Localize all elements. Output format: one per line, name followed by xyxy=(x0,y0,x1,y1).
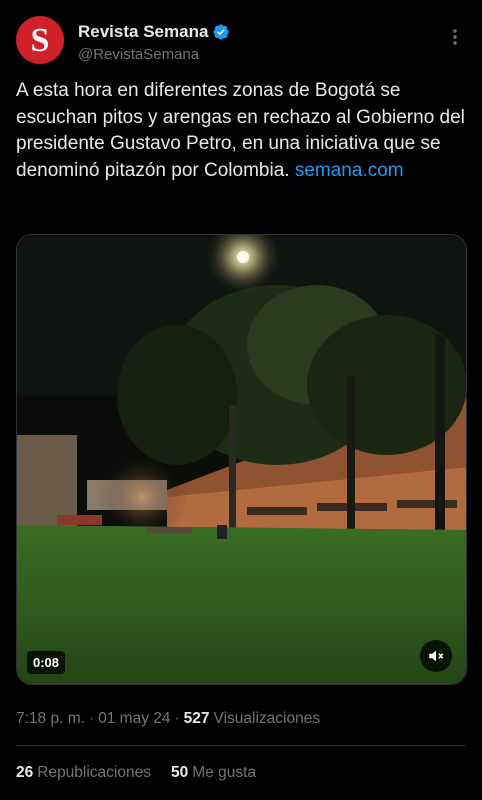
meta-separator: · xyxy=(174,710,180,727)
tweet-header: S Revista Semana @RevistaSemana xyxy=(16,16,466,64)
tweet-date[interactable]: 01 may 24 xyxy=(98,710,170,728)
avatar-letter: S xyxy=(30,22,50,59)
tweet-text: A esta hora en diferentes zonas de Bogot… xyxy=(16,78,466,184)
author-info: Revista Semana @RevistaSemana xyxy=(78,22,230,63)
meta-separator: · xyxy=(88,710,95,727)
divider xyxy=(16,745,466,746)
likes-label: Me gusta xyxy=(192,764,257,781)
more-options-icon[interactable] xyxy=(444,26,466,48)
display-name[interactable]: Revista Semana xyxy=(78,22,208,42)
likes-count: 50 xyxy=(171,764,189,781)
video-duration: 0:08 xyxy=(27,651,66,674)
reposts-stat[interactable]: 26 Republicaciones xyxy=(16,764,151,782)
likes-stat[interactable]: 50 Me gusta xyxy=(171,764,256,782)
tweet-link[interactable]: semana.com xyxy=(295,160,404,181)
reposts-label: Republicaciones xyxy=(37,764,151,781)
avatar[interactable]: S xyxy=(16,16,64,64)
speaker-muted-icon[interactable] xyxy=(420,640,452,672)
verified-badge-icon xyxy=(212,23,230,41)
reposts-count: 26 xyxy=(16,764,34,781)
views-label: Visualizaciones xyxy=(213,710,321,727)
handle[interactable]: @RevistaSemana xyxy=(78,46,230,63)
tweet-meta: 7:18 p. m. · 01 may 24 · 527 Visualizaci… xyxy=(16,710,320,728)
video-frame xyxy=(17,235,466,684)
tweet-stats: 26 Republicaciones 50 Me gusta xyxy=(16,764,256,782)
tweet-time[interactable]: 7:18 p. m. xyxy=(16,710,85,728)
video-player[interactable]: 0:08 xyxy=(16,234,467,685)
views-count: 527 xyxy=(183,710,210,727)
